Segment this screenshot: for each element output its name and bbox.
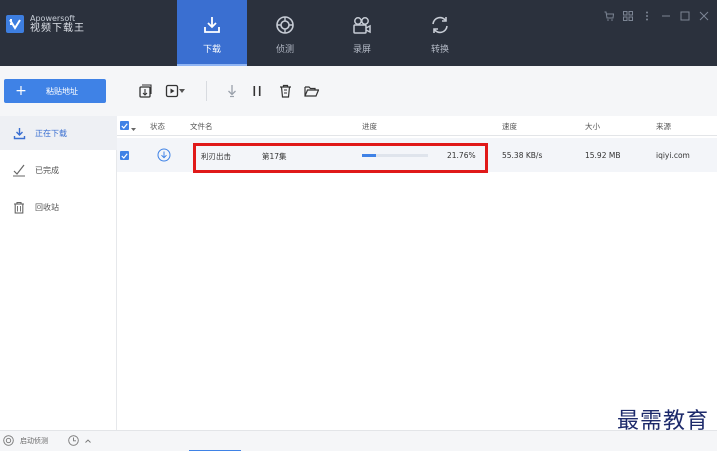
maximize-icon[interactable] [680, 10, 690, 22]
delete-icon[interactable] [276, 82, 294, 100]
sidebar-item-label: 回收站 [35, 202, 59, 212]
file-episode: 第17集 [262, 152, 287, 161]
paste-url-button[interactable]: + 粘贴地址 [4, 79, 106, 103]
trash-icon [12, 200, 26, 214]
progress-bar [362, 154, 428, 157]
sidebar-item-label: 正在下载 [35, 128, 67, 138]
tab-convert[interactable]: 转换 [405, 0, 475, 66]
toolbar: + 粘贴地址 [0, 66, 717, 116]
download-table: 状态 文件名 进度 速度 大小 来源 利刃出击 第17集 21.76% 55.3… [117, 116, 717, 430]
detect-icon [274, 14, 296, 36]
tab-detect[interactable]: 侦测 [250, 0, 320, 66]
chevron-up-icon [85, 438, 91, 443]
column-filename[interactable]: 文件名 [190, 121, 213, 132]
status-bar: 启动侦测 [0, 430, 717, 451]
grid-icon[interactable] [623, 10, 633, 22]
toolbar-divider [206, 81, 207, 101]
pause-icon[interactable] [248, 82, 266, 100]
logo-icon [6, 15, 24, 34]
sidebar-item-completed[interactable]: 已完成 [0, 153, 117, 187]
tab-label: 录屏 [352, 45, 371, 55]
menu-icon[interactable] [642, 10, 652, 22]
column-source[interactable]: 来源 [656, 121, 671, 132]
title-bar: Apowersoft 视频下载王 下载 侦测 录屏 转换 [0, 0, 717, 66]
app-brand: Apowersoft [30, 14, 76, 23]
tab-label: 下载 [202, 45, 221, 55]
cart-icon[interactable] [604, 10, 614, 22]
watermark: 最需教育 [616, 409, 709, 434]
close-icon[interactable] [699, 10, 709, 22]
download-icon [201, 14, 223, 36]
progress-bar-fill [362, 154, 377, 157]
tab-label: 转换 [430, 45, 449, 55]
table-header: 状态 文件名 进度 速度 大小 来源 [117, 116, 717, 136]
sidebar-item-downloading[interactable]: 正在下载 [0, 116, 117, 150]
column-status[interactable]: 状态 [150, 121, 165, 132]
tab-screen-record[interactable]: 录屏 [327, 0, 397, 66]
chevron-down-icon[interactable] [131, 124, 136, 133]
start-detect-label: 启动侦测 [20, 436, 48, 445]
tab-label: 侦测 [275, 45, 294, 55]
file-title: 利刃出击 [201, 152, 231, 161]
download-arrow-icon[interactable] [223, 82, 241, 100]
paste-url-label: 粘贴地址 [46, 86, 78, 96]
download-speed: 55.38 KB/s [502, 151, 543, 160]
detect-icon [3, 435, 14, 446]
screen-record-icon [351, 14, 373, 36]
downloading-icon [157, 148, 171, 164]
minimize-icon[interactable] [661, 10, 671, 22]
convert-icon [429, 14, 451, 36]
column-speed[interactable]: 速度 [502, 121, 517, 132]
chevron-down-icon[interactable] [177, 82, 187, 100]
window-controls [604, 10, 709, 22]
file-size: 15.92 MB [585, 151, 621, 160]
schedule-button[interactable] [68, 435, 91, 446]
add-task-icon[interactable] [136, 82, 154, 100]
tab-download[interactable]: 下载 [177, 0, 247, 66]
column-progress[interactable]: 进度 [362, 121, 377, 132]
select-all-checkbox[interactable] [120, 121, 129, 130]
progress-percent: 21.76% [447, 151, 476, 160]
column-size[interactable]: 大小 [585, 121, 600, 132]
plus-icon: + [15, 83, 27, 99]
app-name: 视频下载王 [30, 23, 85, 35]
app-logo: Apowersoft 视频下载王 [6, 14, 85, 35]
sidebar-item-label: 已完成 [35, 165, 59, 175]
sidebar-item-recycle-bin[interactable]: 回收站 [0, 190, 117, 224]
open-folder-icon[interactable] [302, 82, 320, 100]
start-detect-toggle[interactable]: 启动侦测 [3, 435, 48, 446]
completed-icon [12, 163, 26, 177]
sidebar: 正在下载 已完成 回收站 [0, 116, 117, 430]
clock-icon [68, 435, 79, 446]
row-checkbox[interactable] [120, 151, 129, 160]
download-icon [12, 126, 26, 140]
file-source: iqiyi.com [656, 151, 690, 160]
